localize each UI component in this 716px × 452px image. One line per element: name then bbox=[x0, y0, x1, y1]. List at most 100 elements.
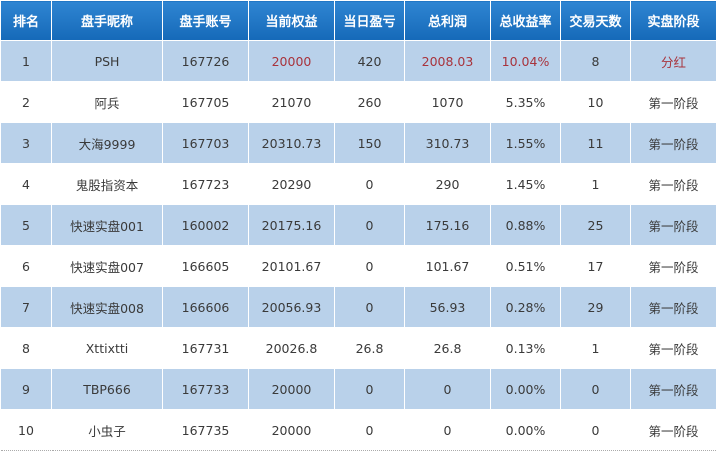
nickname-cell: PSH bbox=[51, 40, 163, 82]
total-profit-cell: 56.93 bbox=[404, 286, 491, 328]
account-cell: 167723 bbox=[162, 163, 249, 205]
stage-cell: 第一阶段 bbox=[630, 327, 716, 369]
stage-cell: 第一阶段 bbox=[630, 245, 716, 287]
rank-cell: 2 bbox=[0, 81, 52, 123]
trading-days-cell: 17 bbox=[560, 245, 631, 287]
table-row: 10 小虫子 167735 20000 0 0 0.00% 0 第一阶段 bbox=[0, 409, 716, 451]
trading-days-cell: 11 bbox=[560, 122, 631, 164]
trading-days-cell: 8 bbox=[560, 40, 631, 82]
nickname-cell: 阿兵 bbox=[51, 81, 163, 123]
total-profit-cell: 26.8 bbox=[404, 327, 491, 369]
rank-cell: 4 bbox=[0, 163, 52, 205]
return-rate-cell: 0.51% bbox=[490, 245, 561, 287]
return-rate-cell: 0.88% bbox=[490, 204, 561, 246]
stage-cell: 第一阶段 bbox=[630, 286, 716, 328]
col-header-nickname: 盘手昵称 bbox=[51, 0, 163, 41]
trading-days-cell: 1 bbox=[560, 163, 631, 205]
table-row: 9 TBP666 167733 20000 0 0 0.00% 0 第一阶段 bbox=[0, 368, 716, 410]
daily-pnl-cell: 0 bbox=[334, 204, 405, 246]
return-rate-cell: 10.04% bbox=[490, 40, 561, 82]
return-rate-cell: 5.35% bbox=[490, 81, 561, 123]
table-row: 5 快速实盘001 160002 20175.16 0 175.16 0.88% 25 第一阶段 bbox=[0, 204, 716, 246]
nickname-cell: 快速实盘007 bbox=[51, 245, 163, 287]
stage-cell: 分红 bbox=[630, 40, 716, 82]
daily-pnl-cell: 0 bbox=[334, 368, 405, 410]
total-profit-cell: 290 bbox=[404, 163, 491, 205]
account-cell: 167703 bbox=[162, 122, 249, 164]
trading-days-cell: 1 bbox=[560, 327, 631, 369]
table-header-row: 排名 盘手昵称 盘手账号 当前权益 当日盈亏 总利润 总收益率 交易天数 实盘阶… bbox=[0, 0, 716, 41]
rank-cell: 8 bbox=[0, 327, 52, 369]
equity-cell: 20000 bbox=[248, 409, 335, 451]
return-rate-cell: 0.13% bbox=[490, 327, 561, 369]
rank-cell: 9 bbox=[0, 368, 52, 410]
total-profit-cell: 1070 bbox=[404, 81, 491, 123]
nickname-cell: Xttixtti bbox=[51, 327, 163, 369]
col-header-stage: 实盘阶段 bbox=[630, 0, 716, 41]
daily-pnl-cell: 260 bbox=[334, 81, 405, 123]
rank-cell: 5 bbox=[0, 204, 52, 246]
return-rate-cell: 1.55% bbox=[490, 122, 561, 164]
total-profit-cell: 2008.03 bbox=[404, 40, 491, 82]
return-rate-cell: 0.00% bbox=[490, 409, 561, 451]
account-cell: 167726 bbox=[162, 40, 249, 82]
table-row: 2 阿兵 167705 21070 260 1070 5.35% 10 第一阶段 bbox=[0, 81, 716, 123]
daily-pnl-cell: 0 bbox=[334, 409, 405, 451]
equity-cell: 20056.93 bbox=[248, 286, 335, 328]
equity-cell: 20310.73 bbox=[248, 122, 335, 164]
col-header-rank: 排名 bbox=[0, 0, 52, 41]
col-header-daily-pnl: 当日盈亏 bbox=[334, 0, 405, 41]
equity-cell: 20026.8 bbox=[248, 327, 335, 369]
stage-cell: 第一阶段 bbox=[630, 163, 716, 205]
table-row: 4 鬼股指资本 167723 20290 0 290 1.45% 1 第一阶段 bbox=[0, 163, 716, 205]
account-cell: 167735 bbox=[162, 409, 249, 451]
nickname-cell: TBP666 bbox=[51, 368, 163, 410]
equity-cell: 20175.16 bbox=[248, 204, 335, 246]
rank-cell: 3 bbox=[0, 122, 52, 164]
account-cell: 166605 bbox=[162, 245, 249, 287]
return-rate-cell: 0.00% bbox=[490, 368, 561, 410]
trading-days-cell: 29 bbox=[560, 286, 631, 328]
daily-pnl-cell: 150 bbox=[334, 122, 405, 164]
return-rate-cell: 1.45% bbox=[490, 163, 561, 205]
rank-cell: 7 bbox=[0, 286, 52, 328]
nickname-cell: 快速实盘001 bbox=[51, 204, 163, 246]
rank-cell: 1 bbox=[0, 40, 52, 82]
table-row: 3 大海9999 167703 20310.73 150 310.73 1.55% 11 第一阶… bbox=[0, 122, 716, 164]
rank-cell: 10 bbox=[0, 409, 52, 451]
equity-cell: 20101.67 bbox=[248, 245, 335, 287]
return-rate-cell: 0.28% bbox=[490, 286, 561, 328]
trading-days-cell: 25 bbox=[560, 204, 631, 246]
daily-pnl-cell: 420 bbox=[334, 40, 405, 82]
account-cell: 166606 bbox=[162, 286, 249, 328]
total-profit-cell: 0 bbox=[404, 409, 491, 451]
total-profit-cell: 310.73 bbox=[404, 122, 491, 164]
daily-pnl-cell: 26.8 bbox=[334, 327, 405, 369]
total-profit-cell: 0 bbox=[404, 368, 491, 410]
table-row: 1 PSH 167726 20000 420 2008.03 10.04% 8 分红 bbox=[0, 40, 716, 82]
col-header-equity: 当前权益 bbox=[248, 0, 335, 41]
stage-cell: 第一阶段 bbox=[630, 122, 716, 164]
trading-days-cell: 10 bbox=[560, 81, 631, 123]
stage-cell: 第一阶段 bbox=[630, 409, 716, 451]
account-cell: 167733 bbox=[162, 368, 249, 410]
stage-cell: 第一阶段 bbox=[630, 368, 716, 410]
nickname-cell: 小虫子 bbox=[51, 409, 163, 451]
nickname-cell: 大海9999 bbox=[51, 122, 163, 164]
account-cell: 167705 bbox=[162, 81, 249, 123]
table-row: 6 快速实盘007 166605 20101.67 0 101.67 0.51% 17 第一阶段 bbox=[0, 245, 716, 287]
col-header-return-rate: 总收益率 bbox=[490, 0, 561, 41]
trading-days-cell: 0 bbox=[560, 368, 631, 410]
total-profit-cell: 101.67 bbox=[404, 245, 491, 287]
rank-cell: 6 bbox=[0, 245, 52, 287]
account-cell: 167731 bbox=[162, 327, 249, 369]
nickname-cell: 快速实盘008 bbox=[51, 286, 163, 328]
col-header-account: 盘手账号 bbox=[162, 0, 249, 41]
daily-pnl-cell: 0 bbox=[334, 163, 405, 205]
daily-pnl-cell: 0 bbox=[334, 245, 405, 287]
table-row: 7 快速实盘008 166606 20056.93 0 56.93 0.28% 29 第一阶段 bbox=[0, 286, 716, 328]
nickname-cell: 鬼股指资本 bbox=[51, 163, 163, 205]
table-row: 8 Xttixtti 167731 20026.8 26.8 26.8 0.13% 1 第一阶段 bbox=[0, 327, 716, 369]
col-header-total-profit: 总利润 bbox=[404, 0, 491, 41]
equity-cell: 20000 bbox=[248, 368, 335, 410]
